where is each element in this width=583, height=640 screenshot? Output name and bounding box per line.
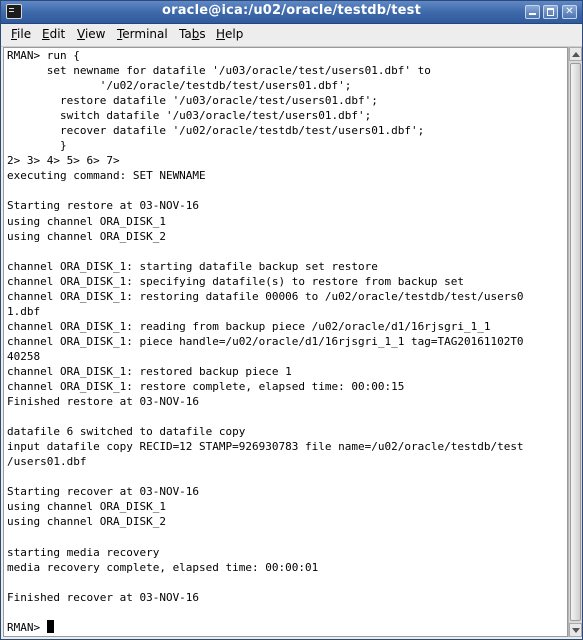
menu-file[interactable]: File (11, 27, 31, 41)
terminal-line-text: 40258 (7, 349, 41, 363)
scroll-thumb[interactable] (570, 63, 581, 621)
menu-tabs[interactable]: Tabs (179, 27, 206, 41)
terminal-line-text: media recovery complete, elapsed time: 0… (7, 560, 319, 574)
terminal-line-text: /users01.dbf (7, 455, 87, 469)
title-bar[interactable]: oracle@ica:/u02/oracle/testdb/test ✕ (1, 1, 582, 24)
terminal-line: using channel ORA_DISK_2 (7, 229, 524, 244)
close-button[interactable]: ✕ (562, 5, 577, 19)
vertical-scrollbar[interactable] (568, 47, 582, 637)
terminal-line-text: channel ORA_DISK_1: reading from backup … (7, 319, 491, 333)
terminal-line: set newname for datafile '/u03/oracle/te… (7, 63, 524, 78)
terminal-line: switch datafile '/u03/oracle/test/users0… (7, 108, 524, 123)
scroll-up-button[interactable] (569, 47, 582, 61)
terminal-line: channel ORA_DISK_1: reading from backup … (7, 319, 524, 334)
terminal-line-text: using channel ORA_DISK_2 (7, 515, 166, 529)
terminal-line: 40258 (7, 349, 524, 364)
terminal-line-text: Finished restore at 03-NOV-16 (7, 395, 200, 409)
terminal-line: RMAN> run { (7, 48, 524, 63)
terminal-line-text: using channel ORA_DISK_1 (7, 214, 166, 228)
terminal-line: channel ORA_DISK_1: restore complete, el… (7, 379, 524, 394)
terminal-line: Finished restore at 03-NOV-16 (7, 394, 524, 409)
terminal-line-text: RMAN> (7, 620, 47, 634)
terminal-line-text: channel ORA_DISK_1: restored backup piec… (7, 364, 292, 378)
terminal-line-text: channel ORA_DISK_1: piece handle=/u02/or… (7, 334, 524, 348)
terminal-line-text: input datafile copy RECID=12 STAMP=92693… (7, 440, 524, 454)
terminal-line: Starting recover at 03-NOV-16 (7, 484, 524, 499)
terminal-output[interactable]: RMAN> run { set newname for datafile '/u… (3, 47, 568, 637)
terminal-line: } (7, 138, 524, 153)
terminal-line-text: '/u02/oracle/testdb/test/users01.dbf'; (7, 79, 352, 93)
terminal-line: restore datafile '/u03/oracle/test/users… (7, 93, 524, 108)
terminal-line-text: RMAN> run { (7, 49, 80, 62)
terminal-line: using channel ORA_DISK_1 (7, 499, 524, 514)
terminal-line: executing command: SET NEWNAME (7, 168, 524, 183)
terminal-line: '/u02/oracle/testdb/test/users01.dbf'; (7, 78, 524, 93)
terminal-line-text: starting media recovery (7, 545, 160, 559)
menu-view[interactable]: View (77, 27, 105, 41)
terminal-line-text: recover datafile '/u02/oracle/testdb/tes… (7, 124, 425, 138)
scroll-down-button[interactable] (569, 623, 582, 637)
terminal-line-text: set newname for datafile '/u03/oracle/te… (7, 64, 431, 78)
terminal-line: channel ORA_DISK_1: starting datafile ba… (7, 259, 524, 274)
terminal-line-text: using channel ORA_DISK_1 (7, 500, 166, 514)
terminal-line: channel ORA_DISK_1: specifying datafile(… (7, 274, 524, 289)
terminal-line: recover datafile '/u02/oracle/testdb/tes… (7, 123, 524, 138)
terminal-lines: RMAN> run { set newname for datafile '/u… (7, 48, 524, 635)
terminal-line: RMAN> (7, 619, 524, 635)
terminal-line: starting media recovery (7, 545, 524, 560)
terminal-line-text: channel ORA_DISK_1: restoring datafile 0… (7, 289, 524, 303)
terminal-line: channel ORA_DISK_1: restoring datafile 0… (7, 289, 524, 304)
terminal-line-text: Starting recover at 03-NOV-16 (7, 485, 200, 499)
terminal-line: using channel ORA_DISK_1 (7, 214, 524, 229)
terminal-line-text: Finished recover at 03-NOV-16 (7, 590, 200, 604)
terminal-line: media recovery complete, elapsed time: 0… (7, 560, 524, 575)
menu-help[interactable]: Help (216, 27, 243, 41)
terminal-line: datafile 6 switched to datafile copy (7, 424, 524, 439)
terminal-line-text: 1.dbf (7, 304, 41, 318)
terminal-line: input datafile copy RECID=12 STAMP=92693… (7, 439, 524, 454)
terminal-line: using channel ORA_DISK_2 (7, 514, 524, 529)
terminal-line-text: switch datafile '/u03/oracle/test/users0… (7, 109, 372, 123)
terminal-line-text: channel ORA_DISK_1: restore complete, el… (7, 380, 405, 394)
menu-edit[interactable]: Edit (42, 27, 65, 41)
text-cursor (46, 619, 54, 633)
terminal-line-text: 2> 3> 4> 5> 6> 7> (7, 154, 120, 168)
terminal-line: channel ORA_DISK_1: piece handle=/u02/or… (7, 334, 524, 349)
terminal-line: Finished recover at 03-NOV-16 (7, 590, 524, 605)
terminal-line-text: channel ORA_DISK_1: starting datafile ba… (7, 259, 378, 273)
terminal-line-text: } (7, 139, 67, 153)
terminal-line: 1.dbf (7, 304, 524, 319)
minimize-button[interactable] (525, 5, 540, 19)
terminal-line-text: restore datafile '/u03/oracle/test/users… (7, 94, 378, 108)
terminal-line-text: channel ORA_DISK_1: specifying datafile(… (7, 274, 464, 288)
terminal-line-text: datafile 6 switched to datafile copy (7, 425, 246, 439)
window-title: oracle@ica:/u02/oracle/testdb/test (161, 3, 422, 18)
terminal-line-text: executing command: SET NEWNAME (7, 169, 206, 183)
terminal-line-text: using channel ORA_DISK_2 (7, 229, 166, 243)
terminal-line: 2> 3> 4> 5> 6> 7> (7, 153, 524, 168)
terminal-line: Starting restore at 03-NOV-16 (7, 198, 524, 213)
menu-terminal[interactable]: Terminal (117, 27, 168, 41)
terminal-line: channel ORA_DISK_1: restored backup piec… (7, 364, 524, 379)
terminal-line: /users01.dbf (7, 454, 524, 469)
terminal-line-text: Starting restore at 03-NOV-16 (7, 199, 200, 213)
menu-bar: File Edit View Terminal Tabs Help (1, 24, 582, 47)
terminal-window: oracle@ica:/u02/oracle/testdb/test ✕ Fil… (0, 0, 583, 640)
maximize-button[interactable] (543, 5, 558, 19)
